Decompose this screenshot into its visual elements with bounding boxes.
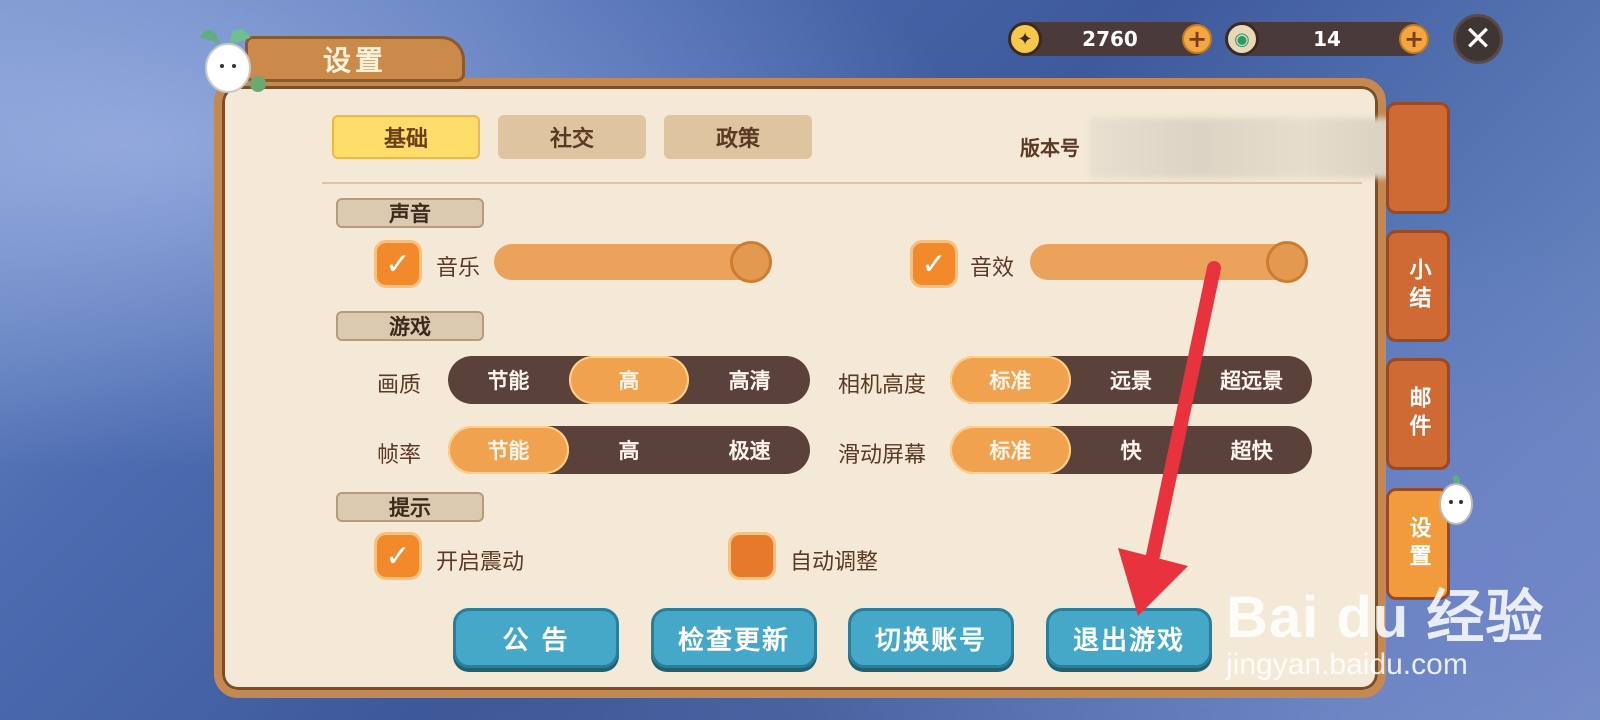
sfx-slider-handle[interactable]	[1266, 241, 1308, 283]
tab-bar: 基础 社交 政策	[332, 115, 812, 159]
radish-mascot-icon	[200, 29, 266, 93]
check-icon: ✓	[385, 538, 411, 574]
auto-adjust-label: 自动调整	[790, 550, 879, 575]
scroll-option-standard[interactable]: 标准	[950, 426, 1071, 474]
vibration-label: 开启震动	[436, 550, 525, 575]
tab-policy[interactable]: 政策	[664, 115, 812, 159]
vibration-checkbox[interactable]: ✓	[374, 532, 422, 580]
camera-option-standard[interactable]: 标准	[950, 356, 1071, 404]
radish-mascot-small-icon	[1439, 475, 1473, 525]
camera-option-ultra-far[interactable]: 超远景	[1191, 356, 1312, 404]
gem-icon: ◉	[1225, 22, 1259, 56]
scroll-speed-selector: 标准 快 超快	[950, 426, 1312, 474]
tab-basic[interactable]: 基础	[332, 115, 480, 159]
framerate-option-high[interactable]: 高	[569, 426, 690, 474]
gold-currency: ✦ 2760 +	[1008, 22, 1212, 56]
sfx-checkbox[interactable]: ✓	[910, 240, 958, 288]
side-tab-summary[interactable]: 小结	[1386, 230, 1450, 342]
side-tab-hidden[interactable]	[1386, 102, 1450, 214]
divider	[322, 182, 1362, 184]
sfx-label: 音效	[970, 256, 1015, 281]
quality-option-high[interactable]: 高	[568, 356, 690, 404]
framerate-selector: 节能 高 极速	[448, 426, 810, 474]
sfx-volume-slider[interactable]	[1030, 241, 1308, 283]
gem-currency: ◉ 14 +	[1225, 22, 1429, 56]
version-value-blurred	[1090, 118, 1410, 178]
quality-label: 画质	[377, 373, 422, 398]
music-label: 音乐	[436, 256, 481, 281]
side-tab-mail[interactable]: 邮件	[1386, 358, 1450, 470]
exit-game-button[interactable]: 退出游戏	[1046, 608, 1212, 668]
gold-coin-icon: ✦	[1008, 22, 1042, 56]
camera-option-far[interactable]: 远景	[1071, 356, 1192, 404]
tab-social[interactable]: 社交	[498, 115, 646, 159]
auto-adjust-checkbox[interactable]	[728, 532, 776, 580]
scroll-option-fast[interactable]: 快	[1071, 426, 1192, 474]
scroll-screen-label: 滑动屏幕	[838, 443, 927, 468]
framerate-option-max[interactable]: 极速	[689, 426, 810, 474]
framerate-label: 帧率	[377, 443, 422, 468]
page-title: 设置	[245, 36, 465, 82]
camera-height-label: 相机高度	[838, 373, 927, 398]
quality-option-hd[interactable]: 高清	[689, 356, 810, 404]
check-icon: ✓	[385, 246, 411, 282]
quality-option-power-save[interactable]: 节能	[448, 356, 569, 404]
page-title-text: 设置	[323, 44, 388, 77]
add-gold-button[interactable]: +	[1182, 24, 1212, 54]
close-icon: ✕	[1463, 19, 1493, 59]
version-label: 版本号	[1020, 136, 1080, 160]
music-slider-handle[interactable]	[730, 241, 772, 283]
baidu-watermark: Bai du 经验 jingyan.baidu.com	[1226, 570, 1544, 682]
quality-selector: 节能 高 高清	[448, 356, 810, 404]
section-game: 游戏	[336, 311, 484, 341]
music-volume-slider[interactable]	[494, 241, 772, 283]
watermark-brand: Bai du 经验	[1226, 585, 1545, 650]
framerate-option-power-save[interactable]: 节能	[448, 426, 569, 474]
notice-button[interactable]: 公 告	[453, 608, 619, 668]
gem-amount: 14	[1313, 27, 1341, 51]
music-checkbox[interactable]: ✓	[374, 240, 422, 288]
section-sound: 声音	[336, 198, 484, 228]
side-tab-summary-label: 小结	[1405, 258, 1431, 314]
scroll-option-ultra-fast[interactable]: 超快	[1191, 426, 1312, 474]
check-update-button[interactable]: 检查更新	[651, 608, 817, 668]
camera-height-selector: 标准 远景 超远景	[950, 356, 1312, 404]
gold-amount: 2760	[1082, 27, 1138, 51]
side-tab-settings-label: 设置	[1405, 516, 1431, 572]
check-icon: ✓	[921, 246, 947, 282]
side-tab-mail-label: 邮件	[1405, 386, 1431, 442]
add-gem-button[interactable]: +	[1399, 24, 1429, 54]
section-tips: 提示	[336, 492, 484, 522]
switch-account-button[interactable]: 切换账号	[848, 608, 1014, 668]
close-button[interactable]: ✕	[1453, 14, 1503, 64]
